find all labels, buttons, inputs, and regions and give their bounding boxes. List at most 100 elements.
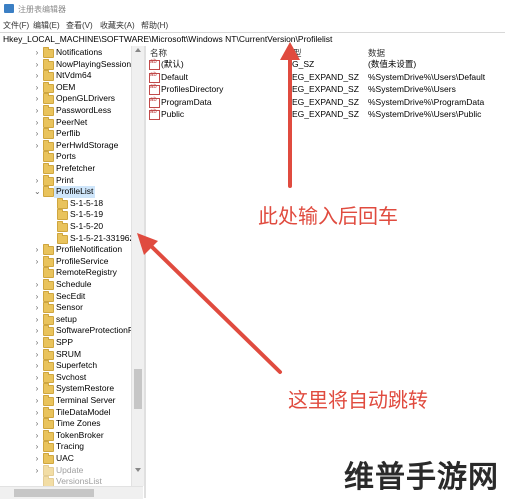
window-title: 注册表编辑器 [18, 5, 66, 14]
value-type: EG_EXPAND_SZ [292, 84, 359, 94]
expand-chevron-icon[interactable]: › [34, 302, 40, 313]
string-value-icon [149, 59, 160, 70]
expand-chevron-icon[interactable]: › [34, 244, 40, 255]
scroll-up-icon[interactable] [135, 48, 141, 52]
scrollbar-thumb[interactable] [14, 489, 94, 497]
tree-item-label: Notifications [56, 47, 103, 57]
menu-edit[interactable]: 编辑(E) [33, 20, 60, 31]
expand-chevron-icon[interactable]: › [34, 82, 40, 93]
expand-chevron-icon[interactable]: › [34, 70, 40, 81]
tree-item-label: SoftwareProtectionF [56, 325, 131, 336]
tree-item-label: S-1-5-18 [70, 197, 104, 208]
expand-chevron-icon[interactable]: › [34, 279, 40, 290]
folder-icon [43, 81, 54, 93]
value-name: ProfilesDirectory [161, 84, 224, 94]
annotation-jump-hint: 这里将自动跳转 [288, 388, 428, 412]
expand-chevron-icon[interactable]: › [34, 453, 40, 464]
folder-icon [43, 174, 54, 186]
expand-chevron-icon[interactable]: › [34, 325, 40, 336]
list-row[interactable]: ProfilesDirectory EG_EXPAND_SZ %SystemDriv… [146, 83, 505, 95]
expand-chevron-icon[interactable]: › [34, 140, 40, 151]
list-row[interactable]: Public EG_EXPAND_SZ %SystemDrive%\Users\Pu… [146, 108, 505, 120]
expand-chevron-icon[interactable]: › [34, 47, 40, 58]
folder-icon [43, 267, 54, 279]
registry-tree[interactable]: › Notifications › NowPlayingSessionI › NtVdm6… [0, 46, 131, 486]
folder-icon [43, 383, 54, 395]
tree-vertical-scrollbar[interactable] [131, 46, 144, 486]
tree-item-label: PerHwIdStorage [56, 139, 119, 150]
expand-chevron-icon[interactable]: › [34, 360, 40, 371]
tree-item-label: PeerNet [56, 116, 88, 127]
tree-item-label: OEM [56, 81, 76, 92]
folder-icon [43, 453, 54, 464]
menu-favorites[interactable]: 收藏夹(A) [100, 20, 135, 31]
value-data: %SystemDrive%\Users\Public [368, 109, 482, 119]
tree-item-label: SRUM [56, 348, 82, 359]
tree-item-label: Superfetch [56, 360, 98, 371]
menu-help[interactable]: 帮助(H) [141, 20, 168, 31]
folder-icon [57, 221, 68, 232]
expand-chevron-icon[interactable]: › [34, 395, 40, 406]
expanded-chevron-icon[interactable]: ⌄ [34, 186, 41, 197]
tree-item-label: Time Zones [56, 418, 101, 429]
expand-chevron-icon[interactable]: › [34, 407, 40, 418]
expand-chevron-icon[interactable]: › [34, 349, 40, 360]
value-data: %SystemDrive%\Users [368, 84, 456, 94]
expand-chevron-icon[interactable]: › [34, 418, 40, 429]
folder-icon [43, 255, 54, 267]
folder-icon [43, 476, 54, 486]
menu-file[interactable]: 文件(F) [3, 20, 29, 31]
folder-icon [43, 313, 54, 325]
expand-chevron-icon[interactable]: › [34, 314, 40, 325]
expand-chevron-icon[interactable]: › [34, 59, 40, 70]
expand-chevron-icon[interactable]: › [34, 256, 40, 267]
string-value-icon [149, 97, 160, 108]
folder-icon [43, 464, 54, 476]
tree-item-label: PasswordLess [56, 105, 112, 115]
folder-icon [43, 128, 54, 140]
folder-icon [43, 290, 54, 302]
menu-view[interactable]: 查看(V) [66, 20, 93, 31]
list-row[interactable]: Default EG_EXPAND_SZ %SystemDrive%\Users\D… [146, 71, 505, 83]
expand-chevron-icon[interactable]: › [34, 105, 40, 116]
folder-icon [57, 209, 68, 221]
folder-icon [43, 47, 54, 58]
folder-icon [57, 232, 68, 244]
tree-item-label: Prefetcher [56, 163, 96, 173]
expand-chevron-icon[interactable]: › [34, 175, 40, 186]
address-path[interactable]: Hkey_LOCAL_MACHINE\SOFTWARE\Microsoft\Wi… [3, 34, 332, 44]
expand-chevron-icon[interactable]: › [34, 291, 40, 302]
tree-item-label: Print [56, 174, 74, 185]
tree-item-label: Terminal Server [56, 395, 116, 405]
tree-item-label: TokenBroker [56, 429, 104, 440]
expand-chevron-icon[interactable]: › [34, 372, 40, 383]
tree-item-label: S-1-5-21-331962 [70, 232, 131, 243]
tree-item-label: NowPlayingSessionI [56, 58, 131, 69]
folder-icon [43, 58, 54, 70]
expand-chevron-icon[interactable]: › [34, 128, 40, 139]
expand-chevron-icon[interactable]: › [34, 465, 40, 476]
expand-chevron-icon[interactable]: › [34, 430, 40, 441]
expand-chevron-icon[interactable]: › [34, 117, 40, 128]
tree-horizontal-scrollbar[interactable] [0, 486, 143, 499]
address-bar[interactable]: Hkey_LOCAL_MACHINE\SOFTWARE\Microsoft\Wi… [0, 32, 505, 47]
list-row[interactable]: ProgramData EG_EXPAND_SZ %SystemDrive%\Pro… [146, 96, 505, 108]
expand-chevron-icon[interactable]: › [34, 337, 40, 348]
folder-icon [43, 244, 54, 256]
regedit-icon [4, 4, 14, 13]
folder-icon [57, 197, 68, 209]
folder-icon [43, 105, 54, 116]
folder-icon [43, 93, 54, 105]
expand-chevron-icon[interactable]: › [34, 93, 40, 104]
tree-item-label: UAC [56, 453, 74, 463]
expand-chevron-icon[interactable]: › [34, 441, 40, 452]
scroll-down-icon[interactable] [135, 468, 141, 472]
list-header: 名称 型 数据 [146, 46, 505, 58]
tree-item-label: Update [56, 464, 84, 475]
menu-bar: 文件(F) 编辑(E) 查看(V) 收藏夹(A) 帮助(H) [0, 18, 505, 32]
folder-icon [43, 302, 54, 314]
list-row[interactable]: (默认) G_SZ (数值未设置) [146, 58, 505, 70]
tree-item-label: OpenGLDrivers [56, 93, 116, 104]
scrollbar-thumb[interactable] [134, 369, 142, 409]
expand-chevron-icon[interactable]: › [34, 383, 40, 394]
